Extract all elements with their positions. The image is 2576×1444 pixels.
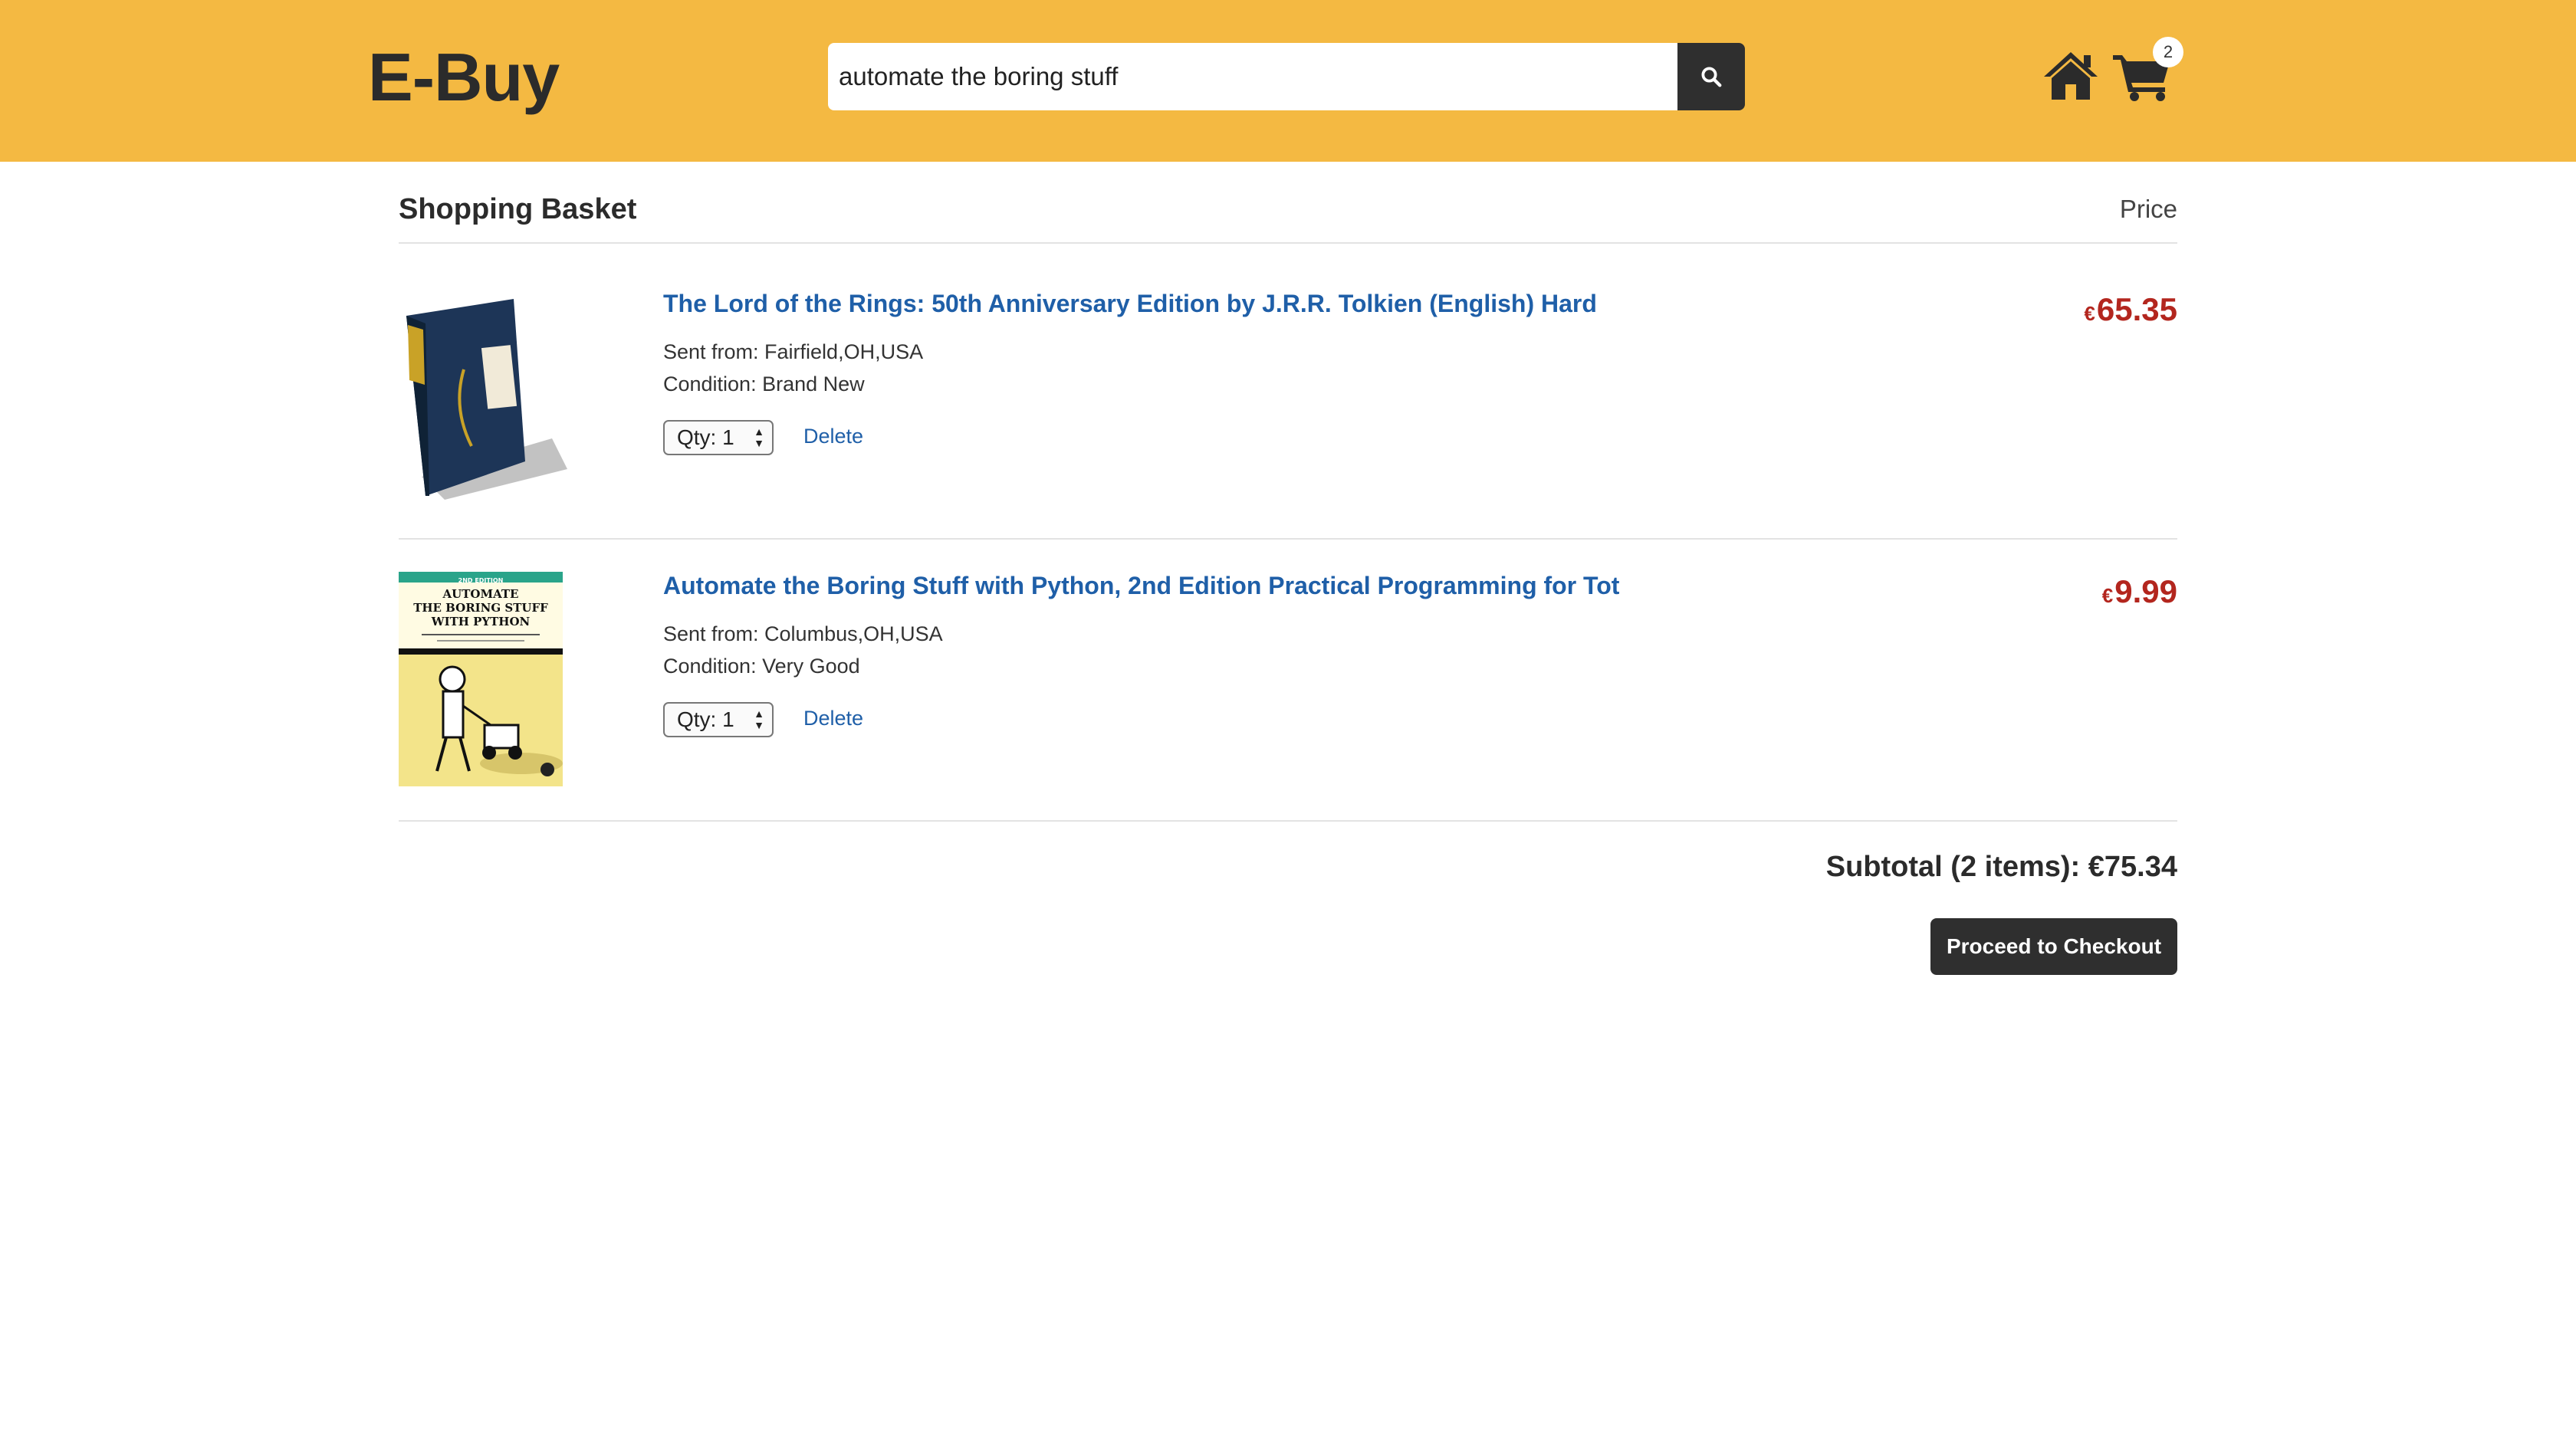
price-value: 65.35 <box>2096 291 2177 327</box>
basket-title: Shopping Basket <box>399 193 637 225</box>
item-title-link[interactable]: The Lord of the Rings: 50th Anniversary … <box>663 290 1597 318</box>
basket-item: The Lord of the Rings: 50th Anniversary … <box>399 290 2177 504</box>
qty-label: Qty: 1 <box>677 707 734 731</box>
currency-symbol: € <box>2101 584 2114 607</box>
sent-from: Sent from: Fairfield,OH,USA <box>663 340 924 363</box>
divider <box>399 242 2177 244</box>
cover-edition-text: 2ND EDITION <box>458 577 504 584</box>
select-arrows-icon: ▲ ▼ <box>754 425 764 449</box>
quantity-select[interactable]: Qty: 1 ▲ ▼ <box>663 702 774 737</box>
book-boxset-image[interactable] <box>399 293 567 500</box>
basket-item: 2ND EDITION AUTOMATE THE BORING STUFF WI… <box>399 572 2177 786</box>
search-icon <box>1701 67 1722 87</box>
cover-line-3: WITH PYTHON <box>431 615 531 628</box>
price-value: 9.99 <box>2114 573 2177 609</box>
select-arrows-icon: ▲ ▼ <box>754 707 764 731</box>
item-title-link[interactable]: Automate the Boring Stuff with Python, 2… <box>663 572 1619 600</box>
sent-from: Sent from: Columbus,OH,USA <box>663 622 943 645</box>
search-input[interactable] <box>828 43 1679 110</box>
divider <box>399 538 2177 540</box>
delete-link[interactable]: Delete <box>803 425 863 448</box>
cart-count-badge: 2 <box>2153 37 2183 67</box>
search-button[interactable] <box>1677 43 1745 110</box>
cover-line-1: AUTOMATE <box>442 587 519 601</box>
currency-symbol: € <box>2084 302 2095 325</box>
home-icon[interactable] <box>2042 51 2099 101</box>
delete-link[interactable]: Delete <box>803 707 863 730</box>
top-header: E-Buy 2 <box>0 0 2576 162</box>
qty-label: Qty: 1 <box>677 425 734 449</box>
site-logo[interactable]: E-Buy <box>368 38 560 117</box>
cover-line-2: THE BORING STUFF <box>413 601 548 615</box>
book-cover-image[interactable]: 2ND EDITION AUTOMATE THE BORING STUFF WI… <box>399 572 563 786</box>
quantity-select[interactable]: Qty: 1 ▲ ▼ <box>663 420 774 455</box>
divider <box>399 820 2177 822</box>
condition: Condition: Very Good <box>663 655 860 678</box>
price-column-header: Price <box>2119 195 2177 223</box>
item-price: €65.35 <box>2084 291 2177 328</box>
subtotal: Subtotal (2 items): €75.34 <box>1825 851 2177 883</box>
item-price: €9.99 <box>2102 573 2177 610</box>
condition: Condition: Brand New <box>663 372 865 395</box>
proceed-to-checkout-button[interactable]: Proceed to Checkout <box>1930 918 2177 975</box>
